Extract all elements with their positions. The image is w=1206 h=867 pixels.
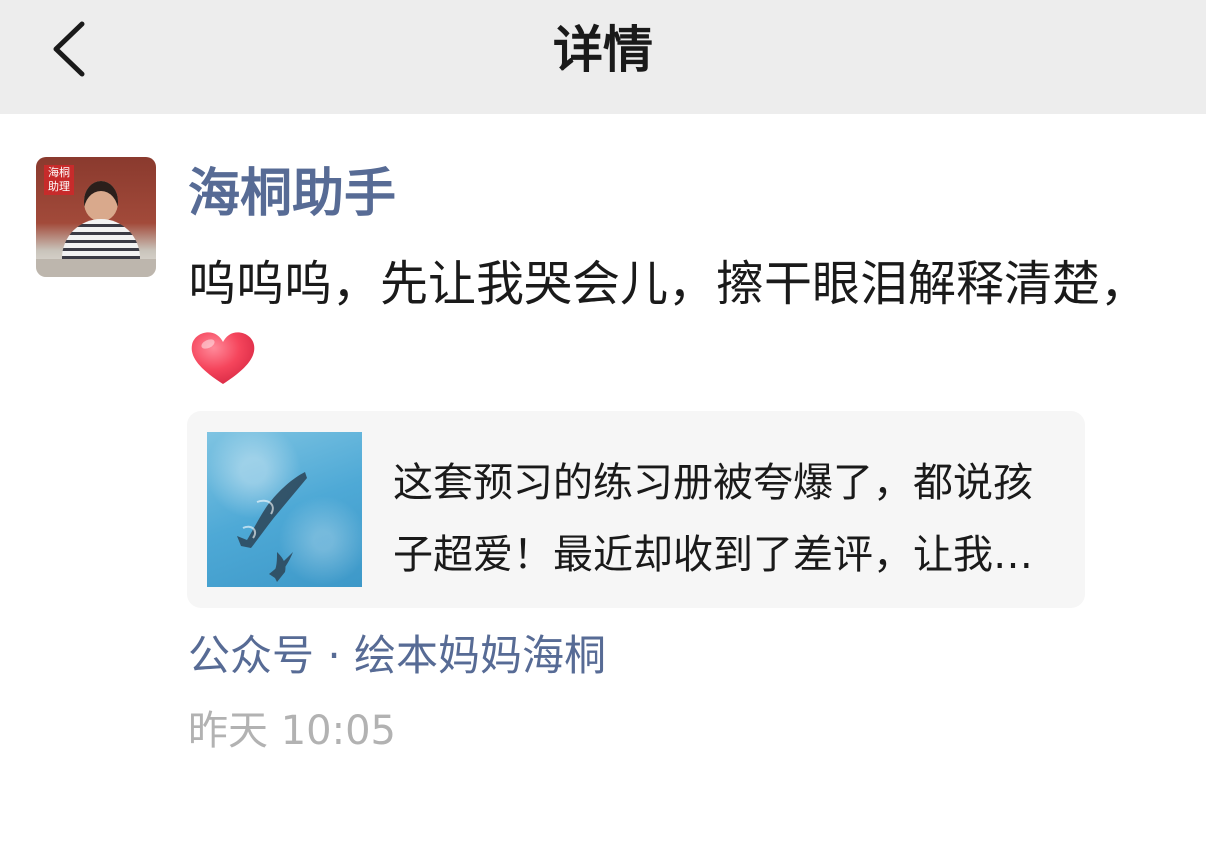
avatar-desk	[36, 259, 156, 277]
avatar-seal-logo: 海桐助理	[44, 165, 74, 195]
article-link-card[interactable]: 这套预习的练习册被夸爆了，都说孩子超爱！最近却收到了差评，让我哭会儿	[187, 411, 1085, 608]
source-account-link[interactable]: 公众号 · 绘本妈妈海桐	[188, 626, 606, 686]
card-thumbnail-dolphins	[207, 432, 362, 587]
message-text: 呜呜呜，先让我哭会儿，擦干眼泪解释清楚，	[188, 256, 1149, 312]
timestamp: 昨天 10:05	[188, 708, 396, 754]
avatar[interactable]: 海桐助理	[36, 157, 156, 277]
card-title: 这套预习的练习册被夸爆了，都说孩子超爱！最近却收到了差评，让我哭会儿	[393, 460, 1033, 578]
heart-icon	[188, 328, 258, 388]
page-title: 详情	[553, 21, 653, 79]
message-body: 呜呜呜，先让我哭会儿，擦干眼泪解释清楚，	[188, 246, 1188, 398]
top-bar: 详情	[0, 0, 1206, 114]
avatar-person-head	[84, 181, 118, 221]
sender-name[interactable]: 海桐助手	[188, 162, 396, 226]
